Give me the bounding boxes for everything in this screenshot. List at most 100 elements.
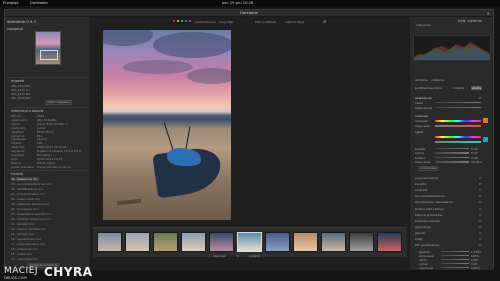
color-label-blue[interactable]	[185, 20, 187, 22]
filmstrip-thumb[interactable]	[349, 232, 374, 252]
red-header[interactable]: czerwień	[415, 114, 428, 118]
power-icon[interactable]: ⏻	[479, 237, 481, 241]
power-icon[interactable]: ⏻	[479, 182, 481, 186]
tab-favorites[interactable]: ulubione	[431, 78, 444, 82]
navigation-viewport[interactable]	[40, 50, 58, 60]
history-item[interactable]: 26 - balans bieli (on)	[11, 197, 40, 201]
power-icon[interactable]: ⏻	[479, 219, 481, 223]
history-item[interactable]: 14 - nasycenie (on)	[11, 257, 38, 261]
param-slider[interactable]	[435, 161, 469, 163]
power-icon[interactable]: ⏻	[479, 194, 481, 198]
module-item[interactable]: eoc.przekształcenie	[415, 194, 445, 198]
saturation-slider[interactable]	[435, 125, 481, 127]
snapshots-header[interactable]: migawki	[11, 79, 24, 83]
filmstrip-thumb[interactable]	[293, 232, 318, 252]
history-item[interactable]: 27 - krzywa tonalna (on)	[11, 192, 45, 196]
clock[interactable]: pon 29 gru 10:28	[222, 1, 253, 5]
power-icon[interactable]: ⏻	[479, 213, 481, 217]
module-item[interactable]: kontrast	[415, 188, 427, 192]
tab-effects[interactable]: efekty	[471, 86, 483, 90]
filmstrip-thumb[interactable]	[321, 232, 346, 252]
app-menu[interactable]: Darktable	[30, 1, 48, 5]
direction-value[interactable]: 0	[237, 254, 239, 258]
image-info-header[interactable]: informacje o obrazie	[11, 109, 44, 113]
tab-color[interactable]: kolor	[435, 86, 442, 90]
window-titlebar[interactable]: Darktable ✕	[5, 10, 493, 17]
power-icon[interactable]: ⏻	[479, 188, 481, 192]
filmstrip-thumb[interactable]	[265, 232, 290, 252]
filmstrip-thumb[interactable]	[237, 232, 262, 252]
history-item[interactable]: 16 - nasycenie (on)	[11, 247, 38, 251]
module-item[interactable]: balans bieli i kolory	[415, 207, 444, 211]
power-icon[interactable]: ⏻	[479, 200, 481, 204]
navigation-preview[interactable]	[35, 31, 61, 65]
param-slider[interactable]	[441, 254, 469, 257]
color-swatch[interactable]	[483, 118, 488, 123]
history-item[interactable]: 30 - basecurve (on)	[11, 177, 39, 181]
hue-slider[interactable]	[435, 136, 481, 138]
toolbar-size[interactable]: rozmiar zdjęć	[285, 20, 304, 24]
power-icon[interactable]: ⏻	[479, 176, 481, 180]
history-item[interactable]: 20 - lokalny kontrast (on)	[11, 227, 46, 231]
history-item[interactable]: 15 - velvia (on)	[11, 252, 32, 256]
snapshot-item[interactable]: IMG_0218.JPG	[11, 96, 31, 100]
toolbar-auto[interactable]: automatyczne	[195, 20, 216, 24]
navigation-header[interactable]: nawigacja	[7, 27, 23, 31]
color-label-green[interactable]	[181, 20, 183, 22]
goto-button[interactable]: przejdź	[249, 254, 259, 258]
take-snapshot-button[interactable]: zrobić migawkę	[45, 100, 72, 106]
param-slider[interactable]	[441, 258, 469, 261]
power-icon[interactable]: ⏻	[479, 231, 481, 235]
direction-label[interactable]: kierunek	[213, 254, 226, 258]
power-icon[interactable]: ⏻	[479, 96, 481, 100]
tab-basic[interactable]: podstawowe	[415, 86, 434, 90]
hue-slider[interactable]	[435, 120, 481, 122]
history-item[interactable]: 25 - kalibracja kolorów (on)	[11, 202, 49, 206]
param-slider[interactable]	[441, 266, 469, 268]
saturation-slider[interactable]	[435, 141, 481, 143]
history-item[interactable]: 29 - eoc.przekształcenie (on)	[11, 182, 52, 186]
module-item[interactable]: biały	[415, 237, 422, 241]
module-item[interactable]: przyciemnienie	[415, 176, 438, 180]
tab-correct[interactable]: korekta	[453, 86, 464, 90]
module-item[interactable]: jasność	[415, 231, 426, 235]
param-slider[interactable]	[435, 156, 469, 159]
gear-icon[interactable]: ⚙	[323, 19, 327, 24]
module-item[interactable]: kontrola kolorów	[415, 219, 440, 223]
exposure-header[interactable]: ekspozycja	[415, 96, 432, 100]
black-slider[interactable]	[435, 102, 481, 104]
param-slider[interactable]	[441, 251, 469, 253]
toolbar-drag[interactable]: drag zdjęć	[219, 20, 234, 24]
module-item[interactable]: granulacja	[415, 225, 431, 229]
tab-active[interactable]: aktywne	[415, 78, 428, 82]
histogram[interactable]	[413, 35, 491, 61]
param-slider[interactable]	[441, 262, 469, 265]
color-label-purple[interactable]	[189, 20, 191, 22]
compression-button[interactable]: kompresja	[419, 166, 438, 172]
param-slider[interactable]	[435, 148, 469, 150]
history-item[interactable]: 19 - ostrość (on)	[11, 232, 34, 236]
exposure-slider[interactable]	[435, 107, 481, 109]
module-item[interactable]: filtr gradientowy	[415, 243, 440, 247]
history-item[interactable]: 17 - przyciemnienie (on)	[11, 242, 45, 246]
filmstrip-thumb[interactable]	[377, 232, 402, 252]
filmstrip-thumb[interactable]	[97, 232, 122, 252]
power-icon[interactable]: ⏻	[479, 207, 481, 211]
history-item[interactable]: 18 - wyostrzenie (on)	[11, 237, 41, 241]
history-item[interactable]: 28 - kształtowanie (on)	[11, 187, 43, 191]
module-item[interactable]: kalibracja kolorów	[415, 213, 442, 217]
module-item[interactable]: korekta	[415, 182, 426, 186]
filmstrip-thumb[interactable]	[153, 232, 178, 252]
color-swatch[interactable]	[483, 137, 488, 142]
history-item[interactable]: 23 - mapowanie kolorów (on)	[11, 212, 52, 216]
history-item[interactable]: 24 - tonowanie (on)	[11, 207, 38, 211]
history-item[interactable]: 22 - korekcja ekspozycji (on)	[11, 217, 51, 221]
history-item[interactable]: 21 - winieta (on)	[11, 222, 34, 226]
power-icon[interactable]: ⏻	[479, 225, 481, 229]
color-label-yellow[interactable]	[177, 20, 179, 22]
main-photo[interactable]	[103, 30, 231, 220]
param-slider[interactable]	[435, 152, 469, 154]
power-icon[interactable]: ⏻	[479, 243, 481, 247]
module-item[interactable]: wyostrzenie, cieniowanie	[415, 200, 453, 204]
activities-button[interactable]: Przegląd	[3, 1, 18, 5]
